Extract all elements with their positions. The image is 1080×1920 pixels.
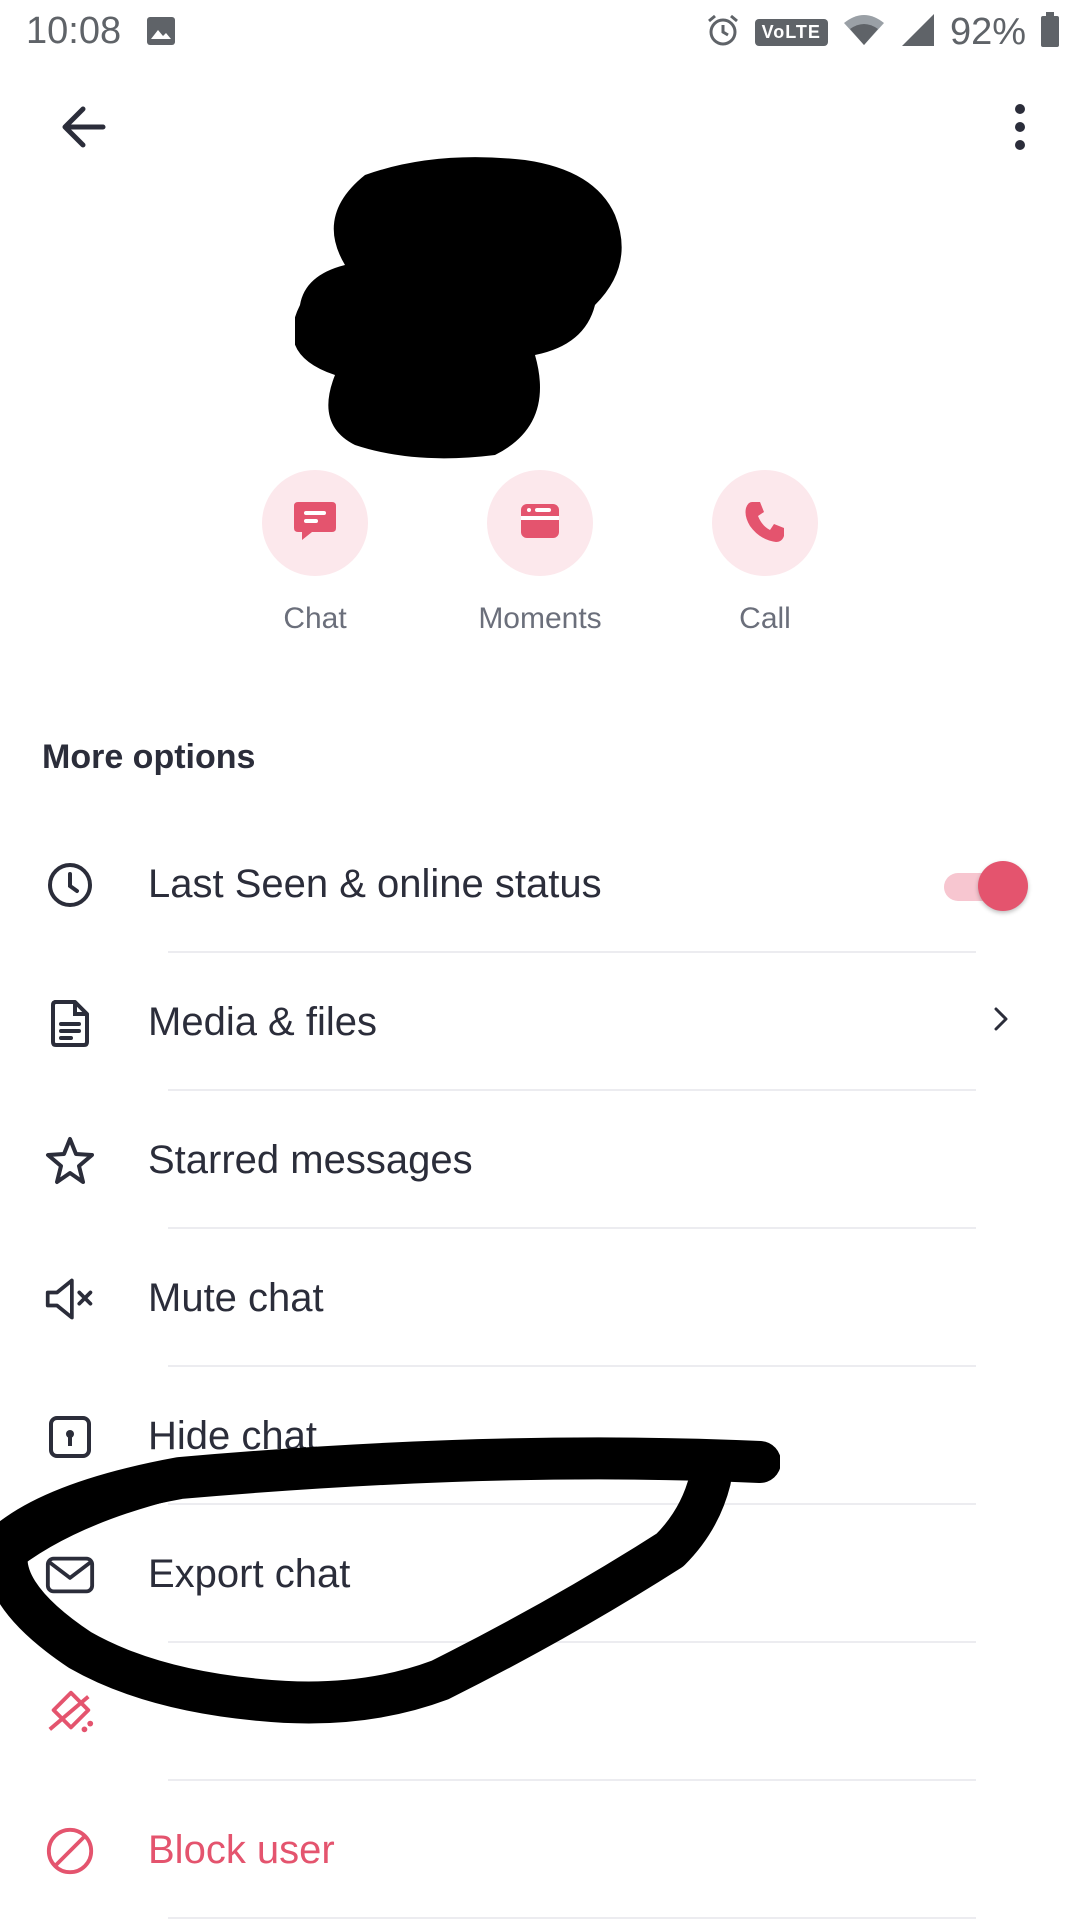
chat-bubble-icon xyxy=(290,496,340,551)
image-icon xyxy=(146,16,176,46)
options-list: Last Seen & online status Media & files … xyxy=(0,815,1080,1919)
moments-action-label: Moments xyxy=(478,602,602,635)
chat-action-circle[interactable] xyxy=(262,470,368,576)
option-block-user[interactable]: Block user xyxy=(0,1781,1080,1919)
chat-action-label: Chat xyxy=(283,602,347,635)
status-bar: 10:08 VoLTE 92% xyxy=(0,0,1080,64)
redacted-profile xyxy=(292,155,755,465)
more-options-button[interactable] xyxy=(990,94,1050,164)
lock-icon xyxy=(44,1411,96,1463)
more-vertical-icon xyxy=(1012,103,1028,156)
moments-action-circle[interactable] xyxy=(487,470,593,576)
toggle-thumb xyxy=(978,861,1028,911)
arrow-left-icon xyxy=(57,99,113,160)
call-action-label: Call xyxy=(739,602,791,635)
mail-icon xyxy=(44,1549,96,1601)
star-icon xyxy=(44,1135,96,1187)
document-icon xyxy=(44,997,96,1049)
option-media-files[interactable]: Media & files xyxy=(0,953,1080,1091)
alarm-icon xyxy=(705,12,741,53)
block-icon xyxy=(44,1825,96,1877)
wifi-icon xyxy=(842,13,886,52)
signal-icon xyxy=(900,12,936,53)
battery-percent: 92% xyxy=(949,10,1026,53)
option-starred-label: Starred messages xyxy=(148,1138,473,1182)
moments-icon xyxy=(515,496,565,551)
call-action-circle[interactable] xyxy=(712,470,818,576)
divider xyxy=(168,1917,976,1919)
option-media-files-label: Media & files xyxy=(148,1000,377,1044)
last-seen-toggle[interactable] xyxy=(944,861,1028,911)
status-time: 10:08 xyxy=(26,10,122,52)
chat-action[interactable]: Chat xyxy=(205,470,425,636)
option-mute-chat[interactable]: Mute chat xyxy=(0,1229,1080,1367)
phone-icon xyxy=(740,496,790,551)
option-starred-messages[interactable]: Starred messages xyxy=(0,1091,1080,1229)
volte-badge: VoLTE xyxy=(754,18,828,46)
option-clear-chat[interactable] xyxy=(0,1643,1080,1781)
option-export-chat[interactable]: Export chat xyxy=(0,1505,1080,1643)
clear-icon xyxy=(44,1687,96,1739)
moments-action[interactable]: Moments xyxy=(430,470,650,636)
battery-icon xyxy=(1040,11,1060,53)
more-options-title: More options xyxy=(42,738,256,776)
option-export-label: Export chat xyxy=(148,1552,351,1596)
call-action[interactable]: Call xyxy=(655,470,875,636)
option-last-seen-label: Last Seen & online status xyxy=(148,862,602,906)
option-block-label: Block user xyxy=(148,1828,335,1872)
option-last-seen[interactable]: Last Seen & online status xyxy=(0,815,1080,953)
mute-icon xyxy=(44,1273,96,1325)
clock-icon xyxy=(44,859,96,911)
option-hide-chat[interactable]: Hide chat xyxy=(0,1367,1080,1505)
option-mute-label: Mute chat xyxy=(148,1276,324,1320)
back-button[interactable] xyxy=(50,94,120,164)
option-hide-label: Hide chat xyxy=(148,1414,317,1458)
quick-actions: Chat Moments Call xyxy=(0,470,1080,650)
chevron-right-icon xyxy=(990,999,1014,1039)
